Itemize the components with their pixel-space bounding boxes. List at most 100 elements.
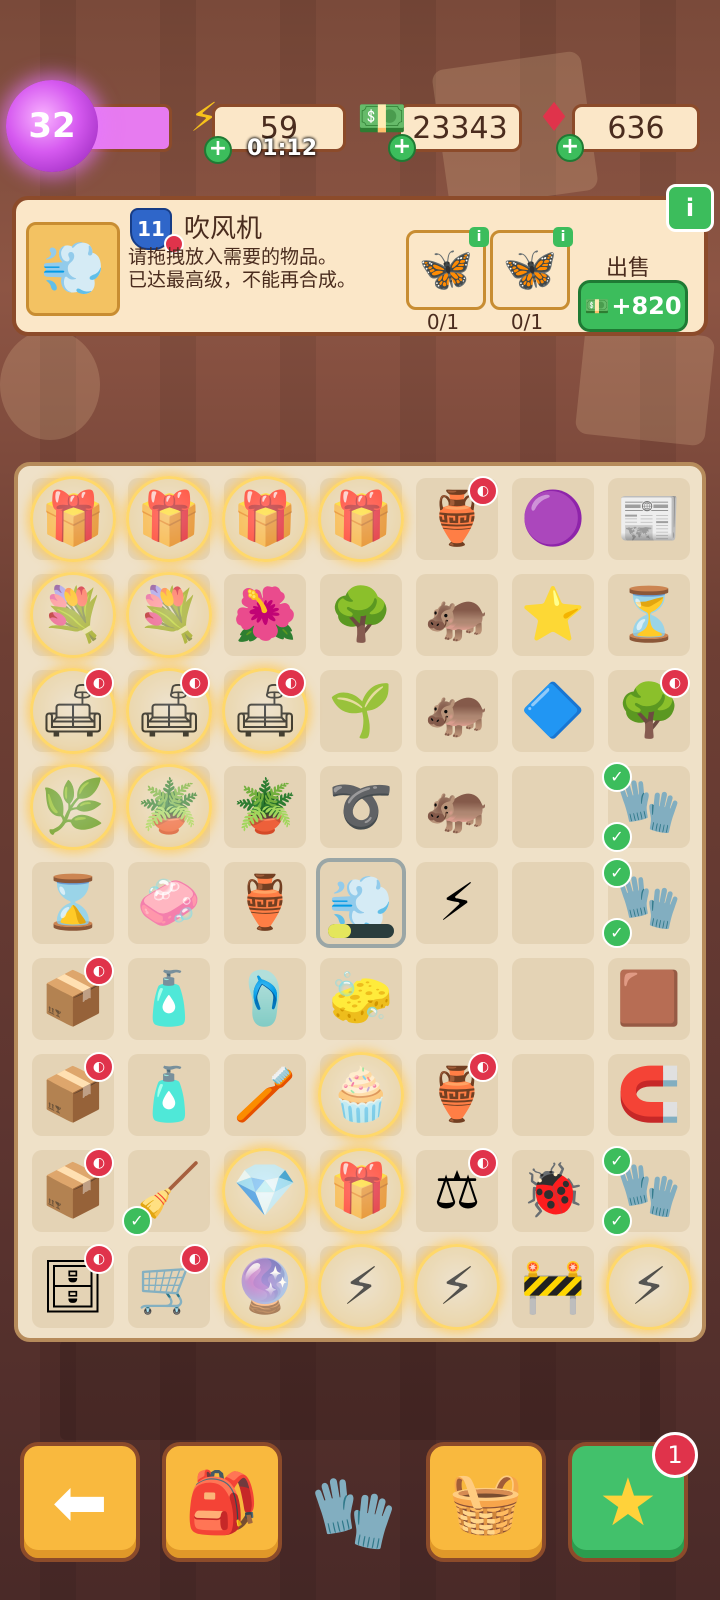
cooldown-icon: ◐ — [180, 668, 210, 698]
board-cell[interactable]: 🌳 — [314, 568, 408, 662]
sell-button[interactable]: 💵 +820 — [578, 280, 688, 332]
board-cell[interactable]: 📦 ◐ — [26, 1048, 120, 1142]
bubble-overlay — [126, 476, 212, 562]
bubble-overlay — [318, 476, 404, 562]
bubble-overlay — [222, 1244, 308, 1330]
board-cell[interactable]: 🦛 — [410, 760, 504, 854]
board-cell[interactable]: 🌱 — [314, 664, 408, 758]
board-cell[interactable]: 🐞 — [506, 1144, 600, 1238]
item-description: 请拖拽放入需要的物品。 已达最高级，不能再合成。 — [128, 246, 356, 292]
board-cell[interactable]: 🧁 — [314, 1048, 408, 1142]
board-cell[interactable]: 🗄 ◐ — [26, 1240, 120, 1334]
level-value: 32 — [28, 106, 76, 146]
board-cell[interactable]: 🏺 ◐ — [410, 1048, 504, 1142]
board-cell[interactable]: 💐 — [122, 568, 216, 662]
board-cell[interactable]: 💨 — [314, 856, 408, 950]
board-cell[interactable]: 🏺 — [218, 856, 312, 950]
requirement-slot-butterfly[interactable]: 🦋 i — [490, 227, 573, 310]
board-cell[interactable]: 🎁 — [314, 472, 408, 566]
board-cell[interactable]: 💎 — [218, 1144, 312, 1238]
cooldown-icon: ◐ — [660, 668, 690, 698]
board-cell[interactable]: 🪴 — [122, 760, 216, 854]
board-cell[interactable]: ⚡ — [314, 1240, 408, 1334]
glove-icon[interactable]: 🧤 — [304, 1472, 404, 1562]
board-cell[interactable]: ⚡ — [602, 1240, 696, 1334]
board-cell[interactable]: ⭐ — [506, 568, 600, 662]
item-info-panel: 💨 11 吹风机 请拖拽放入需要的物品。 已达最高级，不能再合成。 🦋 i 0/… — [12, 184, 714, 336]
info-button[interactable]: i — [666, 184, 714, 232]
board-cell[interactable]: 🦛 — [410, 664, 504, 758]
board-cell[interactable]: 🛋◐ — [122, 664, 216, 758]
desc-line-1: 请拖拽放入需要的物品。 — [128, 246, 338, 268]
board-cell[interactable]: ⚡ — [410, 856, 504, 950]
hippo-fountain-icon: 🦛 — [424, 681, 490, 741]
board-cell[interactable]: 🧴 — [122, 952, 216, 1046]
board-cell[interactable]: 🌺 — [218, 568, 312, 662]
cooldown-icon: ◐ — [276, 668, 306, 698]
board-cell[interactable]: 🌿 — [26, 760, 120, 854]
board-cell[interactable]: ⚖ ◐ — [410, 1144, 504, 1238]
board-cell[interactable] — [410, 952, 504, 1046]
moth-icon: 🦋 — [418, 244, 474, 295]
board-cell[interactable]: 🧼 — [122, 856, 216, 950]
board-cell[interactable]: 🎁 — [122, 472, 216, 566]
board-cell[interactable]: 🛋◐ — [218, 664, 312, 758]
board-cell[interactable]: 🧤 ✓ ✓ — [602, 856, 696, 950]
star-button[interactable]: ★ 1 — [568, 1432, 698, 1562]
bg-bookshelf — [60, 1340, 660, 1440]
board-cell[interactable]: ⏳ — [602, 568, 696, 662]
board-cell[interactable]: 🌳 ◐ — [602, 664, 696, 758]
board-cell[interactable]: 🪥 — [218, 1048, 312, 1142]
basket-button[interactable]: 🧺 — [426, 1442, 546, 1562]
gem-pill[interactable]: 636 — [572, 104, 700, 152]
board-cell[interactable]: 🔮 — [218, 1240, 312, 1334]
board-cell[interactable]: 🧹 ✓ — [122, 1144, 216, 1238]
board-cell[interactable]: 🏺 ◐ — [410, 472, 504, 566]
board-cell[interactable]: 🛋◐ — [26, 664, 120, 758]
board-cell[interactable]: 🎁 — [218, 472, 312, 566]
level-badge[interactable]: 32 — [6, 80, 98, 172]
board-cell[interactable]: 🚧 — [506, 1240, 600, 1334]
progress-bar — [328, 924, 394, 938]
board-cell[interactable]: ⌛ — [26, 856, 120, 950]
board-cell[interactable]: 🔷 — [506, 664, 600, 758]
board-cell[interactable]: 🧴 — [122, 1048, 216, 1142]
board-cell[interactable]: 📦 ◐ — [26, 952, 120, 1046]
board-cell[interactable]: 🪴 — [218, 760, 312, 854]
cash-pill[interactable]: 23343 — [398, 104, 522, 152]
back-button[interactable]: ⬅ — [20, 1442, 140, 1562]
hairdryer-icon: 💨 — [328, 873, 394, 933]
board-cell[interactable]: 🟣 — [506, 472, 600, 566]
board-cell[interactable] — [506, 856, 600, 950]
board-cell[interactable]: 💐 — [26, 568, 120, 662]
board-cell[interactable]: 🧲 — [602, 1048, 696, 1142]
board-cell[interactable]: 🎁 — [314, 1144, 408, 1238]
board-cell[interactable]: 🛒 ◐ — [122, 1240, 216, 1334]
board-cell[interactable]: ➰ — [314, 760, 408, 854]
board-cell[interactable]: 🦛 — [410, 568, 504, 662]
board-cell[interactable] — [506, 1048, 600, 1142]
board-cell[interactable]: 🧤 ✓ ✓ — [602, 760, 696, 854]
board-cell[interactable]: ⚡ — [410, 1240, 504, 1334]
board-cell[interactable]: 🧤 ✓ ✓ — [602, 1144, 696, 1238]
board-cell[interactable]: 📰 — [602, 472, 696, 566]
hairdryer-icon: 💨 — [40, 239, 106, 299]
board-cell[interactable]: 📦 ◐ — [26, 1144, 120, 1238]
board-cell[interactable]: 🧽 — [314, 952, 408, 1046]
cooldown-icon: ◐ — [84, 1052, 114, 1082]
requirement-slot-moth[interactable]: 🦋 i — [406, 227, 489, 310]
board-cell[interactable]: 🟫 — [602, 952, 696, 1046]
cell-tile — [512, 766, 594, 848]
checkmark-icon: ✓ — [602, 858, 632, 888]
board-cell[interactable]: 🎁 — [26, 472, 120, 566]
hippo-pond-icon: 🦛 — [424, 777, 490, 837]
bubble-overlay — [30, 764, 116, 850]
mat-icon: 🟫 — [616, 969, 682, 1029]
sell-label: 出售 — [606, 256, 651, 281]
board-cell[interactable] — [506, 952, 600, 1046]
backpack-button[interactable]: 🎒 — [162, 1442, 282, 1562]
cell-tile — [512, 862, 594, 944]
requirement-count-2: 0/1 — [510, 310, 544, 334]
board-cell[interactable] — [506, 760, 600, 854]
board-cell[interactable]: 🩴 — [218, 952, 312, 1046]
